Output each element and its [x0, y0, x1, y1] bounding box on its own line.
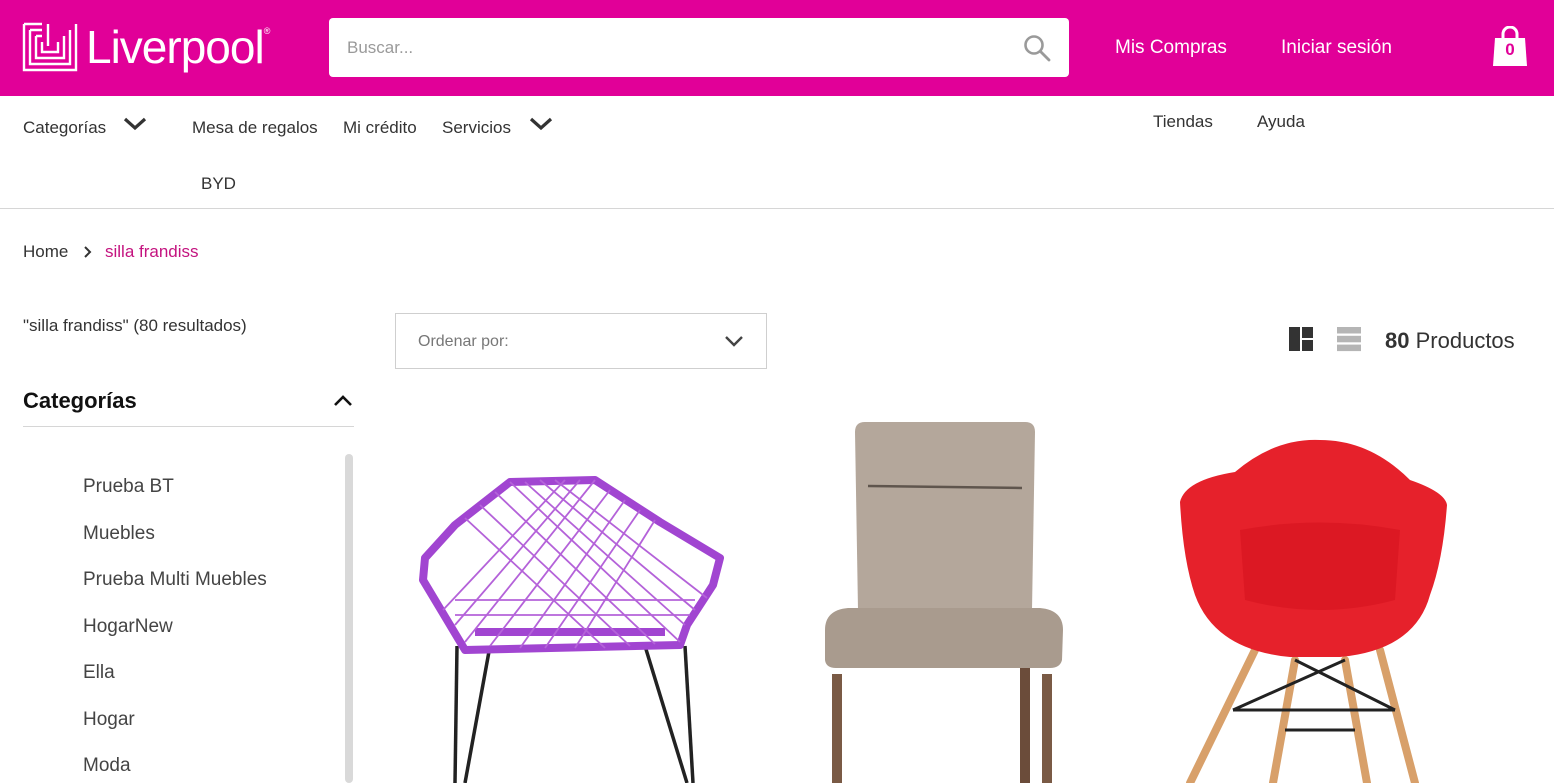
product-count: 80 Productos [1385, 328, 1515, 354]
chevron-down-icon[interactable] [528, 115, 554, 133]
chevron-down-icon [725, 336, 743, 347]
product-count-number: 80 [1385, 328, 1410, 353]
chevron-down-icon[interactable] [122, 115, 148, 133]
nav-help[interactable]: Ayuda [1257, 112, 1305, 132]
nav-categories[interactable]: Categorías [23, 118, 106, 138]
search-input[interactable] [329, 18, 1009, 77]
login-link[interactable]: Iniciar sesión [1281, 37, 1392, 59]
product-card[interactable] [395, 410, 743, 783]
beige-upholstered-chair-image [825, 422, 1063, 783]
registered-mark: ® [263, 26, 271, 36]
top-header: Liverpool ® Mis Compras Iniciar sesión 0 [0, 0, 1554, 96]
category-item[interactable]: Ella [83, 662, 267, 709]
nav-services[interactable]: Servicios [442, 118, 511, 138]
category-item[interactable]: Prueba Multi Muebles [83, 569, 267, 616]
purple-woven-chair-image [419, 476, 724, 783]
main-navigation: Categorías Mesa de regalos Mi crédito Se… [0, 96, 1554, 209]
nav-credit[interactable]: Mi crédito [343, 118, 417, 138]
chevron-right-icon [84, 246, 92, 258]
product-card[interactable] [1145, 410, 1493, 783]
my-purchases-link[interactable]: Mis Compras [1115, 37, 1227, 59]
grid-view-icon[interactable] [1288, 326, 1314, 352]
sort-dropdown[interactable]: Ordenar por: [395, 313, 767, 369]
cart-count-badge: 0 [1505, 40, 1515, 59]
liverpool-logo[interactable]: Liverpool ® [22, 18, 270, 76]
category-item[interactable]: HogarNew [83, 616, 267, 663]
product-card[interactable] [770, 410, 1118, 783]
chevron-up-icon[interactable] [332, 394, 354, 408]
category-item[interactable]: Hogar [83, 709, 267, 756]
nav-byd[interactable]: BYD [201, 174, 236, 194]
shopping-bag-button[interactable]: 0 [1492, 25, 1528, 68]
categories-filter-list: Prueba BT Muebles Prueba Multi Muebles H… [83, 476, 267, 783]
search-results-count: "silla frandiss" (80 resultados) [23, 316, 247, 335]
liverpool-logo-icon [22, 22, 78, 72]
categories-scrollbar[interactable] [345, 454, 353, 783]
sort-label: Ordenar por: [418, 333, 509, 350]
category-item[interactable]: Prueba BT [83, 476, 267, 523]
search-box [329, 18, 1069, 77]
category-item[interactable]: Moda [83, 755, 267, 783]
list-view-icon[interactable] [1336, 326, 1362, 352]
product-count-label: Productos [1415, 328, 1515, 353]
search-icon[interactable] [1023, 34, 1051, 62]
breadcrumb-home[interactable]: Home [23, 242, 68, 262]
nav-stores[interactable]: Tiendas [1153, 112, 1213, 132]
categories-filter-header[interactable]: Categorías [23, 388, 354, 427]
category-item[interactable]: Muebles [83, 523, 267, 570]
brand-name: Liverpool [86, 21, 265, 73]
red-eames-chair-image [1180, 439, 1447, 783]
nav-gift-registry[interactable]: Mesa de regalos [192, 118, 318, 138]
breadcrumb-current: silla frandiss [105, 242, 199, 261]
categories-filter-title: Categorías [23, 388, 137, 413]
